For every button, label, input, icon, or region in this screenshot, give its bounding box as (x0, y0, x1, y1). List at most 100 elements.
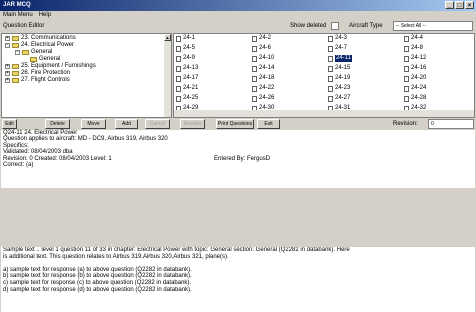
question-item[interactable]: 24-3 (328, 35, 347, 42)
question-item-label: 24-5 (183, 45, 196, 51)
question-list[interactable]: 24-1 24-2 24-3 24-4 24-5 24-6 24-7 24-8 24-9 24-1… (173, 33, 475, 118)
question-item[interactable]: 24-18 (252, 75, 274, 82)
delete-button[interactable]: Delete (45, 119, 70, 129)
question-item[interactable]: 24-23 (328, 85, 350, 92)
question-item-label: 24-9 (183, 55, 196, 61)
question-item-label: 24-28 (411, 95, 427, 101)
menu-main-menu[interactable]: Main Menu (3, 11, 33, 20)
edit-button[interactable]: Edit (2, 119, 17, 129)
document-icon (404, 75, 409, 82)
chapter-tree[interactable]: +23. Communications -24. Electrical Powe… (1, 33, 172, 118)
question-item[interactable]: 24-28 (404, 95, 426, 102)
tree-item[interactable]: +26. Fire Protection (5, 70, 70, 77)
question-item[interactable]: 24-20 (404, 75, 426, 82)
print-questions-button[interactable]: Print Questions (216, 119, 254, 129)
question-item-label: 24-14 (259, 65, 275, 71)
tree-item[interactable]: +27. Flight Controls (5, 77, 70, 84)
tree-item[interactable]: +23. Communications (5, 35, 76, 42)
cancel-button[interactable]: Cancel (145, 119, 170, 129)
question-item[interactable]: 24-9 (176, 55, 195, 62)
question-item[interactable]: 24-16 (404, 65, 426, 72)
document-icon (252, 55, 257, 62)
title-bar: JAR MCQ _ □ × (0, 0, 476, 11)
question-item[interactable]: 24-22 (252, 85, 274, 92)
question-item[interactable]: 24-8 (404, 45, 423, 52)
question-text: is additional text. This question relate… (3, 253, 229, 260)
question-item[interactable]: 24-6 (252, 45, 271, 52)
tree-item[interactable]: General (30, 56, 60, 63)
question-item[interactable]: 24-5 (176, 45, 195, 52)
correct-answer-line: Correct: (a) (3, 161, 34, 168)
folder-icon (12, 71, 19, 76)
document-icon (252, 75, 257, 82)
question-item-label: 24-19 (335, 75, 351, 81)
reorder-button[interactable]: Reorder (180, 119, 205, 129)
question-list-scrollbar[interactable] (174, 110, 474, 117)
expand-icon[interactable]: + (5, 78, 10, 83)
show-deleted-checkbox[interactable] (331, 22, 339, 30)
document-icon (328, 45, 333, 52)
menu-help[interactable]: Help (39, 11, 51, 20)
aircraft-type-label: Aircraft Type (349, 23, 383, 29)
expand-icon[interactable]: + (5, 71, 10, 76)
question-item[interactable]: 24-13 (176, 65, 198, 72)
aircraft-type-select[interactable]: -- Select All -- (393, 21, 473, 31)
question-item[interactable]: 24-12 (404, 55, 426, 62)
question-info-panel: Q24-11 24. Electrical Power Question app… (1, 130, 475, 188)
exit-button[interactable]: Exit (257, 119, 280, 129)
add-button[interactable]: Add (115, 119, 138, 129)
question-item[interactable]: 24-4 (404, 35, 423, 42)
minimize-icon[interactable]: _ (445, 1, 454, 9)
close-icon[interactable]: × (465, 1, 474, 9)
tree-item-label: 23. Communications (21, 35, 76, 41)
question-item[interactable]: 24-10 (252, 55, 274, 62)
question-item[interactable]: 24-19 (328, 75, 350, 82)
document-icon (328, 65, 333, 72)
document-icon (176, 85, 181, 92)
window-title: JAR MCQ (3, 2, 31, 8)
collapse-icon[interactable]: - (15, 50, 20, 55)
preview-area (1, 188, 475, 247)
tree-item-label: General (31, 49, 53, 55)
document-icon (328, 95, 333, 102)
question-item-label: 24-8 (411, 45, 424, 51)
collapse-icon[interactable]: - (5, 43, 10, 48)
question-item-label: 24-4 (411, 35, 424, 41)
tree-scrollbar[interactable]: ▲ (164, 34, 171, 117)
tree-item[interactable]: +25. Equipment / Furnishings (5, 63, 96, 70)
tree-item[interactable]: - General (15, 49, 52, 56)
question-item[interactable]: 24-24 (404, 85, 426, 92)
question-item-label: 24-27 (335, 95, 351, 101)
revision-input[interactable]: 0 (428, 119, 474, 129)
folder-icon (12, 36, 19, 41)
expand-icon[interactable]: + (5, 36, 10, 41)
maximize-icon[interactable]: □ (455, 1, 464, 9)
move-button[interactable]: Move (81, 119, 106, 129)
tree-item[interactable]: - 24. Electrical Power (5, 42, 74, 49)
question-item[interactable]: 24-15 (328, 65, 350, 72)
question-item[interactable]: 24-7 (328, 45, 347, 52)
question-item[interactable]: 24-27 (328, 95, 350, 102)
response-b: b) sample text for response (b) to above… (3, 273, 192, 280)
question-item[interactable]: 24-2 (252, 35, 271, 42)
question-item[interactable]: 24-1 (176, 35, 195, 42)
scroll-up-icon[interactable]: ▲ (164, 34, 171, 41)
tree-item-label: 25. Equipment / Furnishings (21, 63, 96, 69)
question-item-label: 24-22 (259, 85, 275, 91)
filter-bar: Question Editor Show deleted Aircraft Ty… (0, 21, 476, 33)
question-item[interactable]: 24-14 (252, 65, 274, 72)
tree-item-label: General (39, 56, 61, 62)
document-icon (404, 45, 409, 52)
question-item[interactable]: 24-17 (176, 75, 198, 82)
tree-item-label: 27. Flight Controls (21, 77, 70, 83)
question-item[interactable]: 24-11 (328, 55, 352, 62)
question-editor-label: Question Editor (3, 23, 45, 29)
question-item[interactable]: 24-25 (176, 95, 198, 102)
revision-label: Revision: (393, 121, 418, 127)
question-item-label: 24-20 (411, 75, 427, 81)
expand-icon[interactable]: + (5, 64, 10, 69)
menu-bar: Main Menu Help (0, 11, 476, 20)
question-item[interactable]: 24-21 (176, 85, 198, 92)
question-item[interactable]: 24-26 (252, 95, 274, 102)
document-icon (328, 35, 333, 42)
